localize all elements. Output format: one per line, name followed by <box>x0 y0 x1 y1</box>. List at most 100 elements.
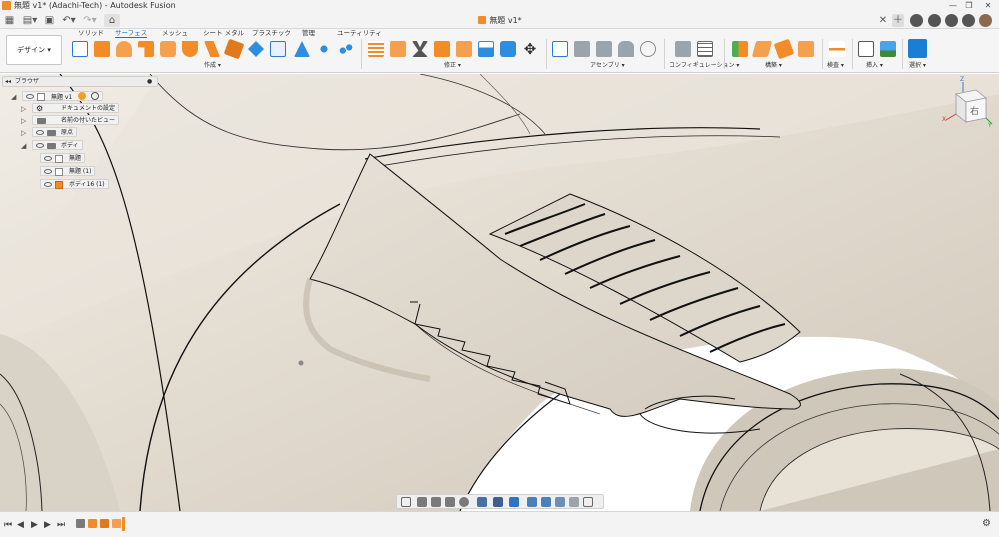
joint-origin-icon[interactable] <box>618 41 634 57</box>
pattern-icon[interactable] <box>316 41 332 57</box>
joint-icon[interactable] <box>574 41 590 57</box>
tree-item-body[interactable]: 無題 <box>40 153 86 163</box>
delete-face-icon[interactable] <box>390 41 406 57</box>
collapse-arrow-icon[interactable]: ◢ <box>21 141 26 151</box>
workspace-switcher-button[interactable]: デザイン ▾ <box>6 35 62 65</box>
split-icon[interactable] <box>412 41 428 57</box>
sweep-icon[interactable] <box>138 41 154 57</box>
file-icon[interactable]: ▤▾ <box>21 14 39 27</box>
tab-plastic[interactable]: プラスチック <box>252 29 291 37</box>
stitch-icon[interactable] <box>478 41 494 57</box>
tab-manage[interactable]: 管理 <box>302 29 315 37</box>
undo-icon[interactable]: ↶▾ <box>61 14 77 27</box>
motion-link-icon[interactable] <box>640 41 656 57</box>
tree-item-named-views[interactable]: ▷ 名前の付いたビュー <box>21 115 120 125</box>
effects-icon[interactable] <box>527 497 537 507</box>
display-settings-icon[interactable] <box>477 497 487 507</box>
expand-arrow-icon[interactable]: ▷ <box>21 128 26 138</box>
configure-menu[interactable]: コンフィギュレーション ▾ <box>669 62 739 70</box>
grid-settings-icon[interactable] <box>493 497 503 507</box>
go-to-start-icon[interactable]: ⏮ <box>4 520 12 530</box>
tree-item-bodies[interactable]: ◢ ボディ <box>21 140 83 150</box>
insert-menu[interactable]: 挿入 ▾ <box>866 62 883 70</box>
trim-icon[interactable] <box>368 41 384 57</box>
new-component-icon[interactable] <box>552 41 568 57</box>
viewcube[interactable]: 右 Z X Y <box>942 76 994 130</box>
select-icon[interactable] <box>908 39 927 58</box>
pyramid-icon[interactable] <box>294 41 310 57</box>
offset-plane-icon[interactable] <box>732 41 748 57</box>
document-tab[interactable]: 無題 v1* <box>120 13 880 29</box>
extensions-icon[interactable] <box>910 14 923 27</box>
environment-icon[interactable] <box>583 497 593 507</box>
visibility-eye-icon[interactable] <box>36 143 44 148</box>
notifications-icon[interactable] <box>945 14 958 27</box>
visibility-eye-icon[interactable] <box>44 182 52 187</box>
mirror-icon[interactable] <box>338 41 354 57</box>
tree-root[interactable]: ◢ 無題 v1 <box>11 91 104 101</box>
timeline-feature-sketch[interactable] <box>76 519 85 528</box>
help-icon[interactable] <box>962 14 975 27</box>
expand-arrow-icon[interactable]: ▷ <box>21 104 26 114</box>
canvas-icon[interactable] <box>880 41 896 57</box>
redo-icon[interactable]: ↷▾ <box>82 14 98 27</box>
look-at-icon[interactable] <box>417 497 427 507</box>
visibility-eye-icon[interactable] <box>44 169 52 174</box>
measure-icon[interactable] <box>829 41 845 57</box>
unstitch-icon[interactable] <box>500 41 516 57</box>
orbit-icon[interactable] <box>401 497 411 507</box>
create-menu[interactable]: 作成 ▾ <box>204 62 221 70</box>
fit-icon[interactable] <box>459 497 469 507</box>
timeline-feature-split[interactable] <box>100 519 109 528</box>
tab-mesh[interactable]: メッシュ <box>162 29 188 37</box>
play-icon[interactable]: ▶ <box>31 520 38 530</box>
ruled-icon[interactable] <box>204 41 220 57</box>
browser-pin-icon[interactable]: ● <box>147 77 152 87</box>
grid-icon[interactable]: ▦ <box>4 14 15 27</box>
offset-icon[interactable] <box>223 38 245 60</box>
as-built-joint-icon[interactable] <box>596 41 612 57</box>
new-tab-icon[interactable]: ＋ <box>892 14 904 27</box>
home-icon[interactable]: ⌂ <box>104 14 120 27</box>
fillet-icon[interactable] <box>456 41 472 57</box>
camera-icon[interactable] <box>555 497 565 507</box>
inspect-menu[interactable]: 検査 ▾ <box>827 62 844 70</box>
tab-solid[interactable]: ソリッド <box>78 29 104 37</box>
job-status-icon[interactable] <box>928 14 941 27</box>
viewcube-face-label[interactable]: 右 <box>970 104 979 117</box>
configuration-table-icon[interactable] <box>697 41 713 57</box>
visibility-eye-icon[interactable] <box>44 156 52 161</box>
collapse-browser-icon[interactable]: ◂◂ <box>5 77 11 87</box>
tab-surface[interactable]: サーフェス <box>115 29 148 38</box>
tangent-plane-icon[interactable] <box>773 38 795 60</box>
extrude-icon[interactable] <box>94 41 110 57</box>
modify-menu[interactable]: 修正 ▾ <box>444 62 461 70</box>
activate-radio-icon[interactable] <box>91 92 100 100</box>
revolve-icon[interactable] <box>116 41 132 57</box>
visibility-eye-icon[interactable] <box>36 130 44 135</box>
plane-at-angle-icon[interactable] <box>751 41 773 57</box>
collapse-arrow-icon[interactable]: ◢ <box>11 92 16 102</box>
tree-item-body[interactable]: ボディ16 (1) <box>40 179 109 189</box>
tab-sheet-metal[interactable]: シート メタル <box>203 29 244 37</box>
select-menu[interactable]: 選択 ▾ <box>909 62 926 70</box>
pan-icon[interactable] <box>431 497 441 507</box>
timeline-marker[interactable] <box>122 517 125 531</box>
save-icon[interactable]: ▣ <box>44 14 55 27</box>
timeline-feature-extrude[interactable] <box>112 519 121 528</box>
close-window-button[interactable]: ✕ <box>981 0 995 12</box>
close-tab-icon[interactable]: ✕ <box>878 14 888 27</box>
timeline-settings-icon[interactable]: ⚙ <box>982 519 991 529</box>
timeline-feature-surface[interactable] <box>88 519 97 528</box>
insert-derive-icon[interactable] <box>858 41 874 57</box>
tab-utilities[interactable]: ユーティリティ <box>337 29 382 37</box>
step-forward-icon[interactable]: ▶ <box>44 520 51 530</box>
patch-icon[interactable] <box>182 41 198 57</box>
configure-icon[interactable] <box>675 41 691 57</box>
tree-item-origin[interactable]: ▷ 原点 <box>21 127 78 137</box>
browser-header[interactable]: ◂◂ ブラウザ ● <box>2 76 158 87</box>
assemble-menu[interactable]: アセンブリ ▾ <box>590 62 625 70</box>
move-icon[interactable]: ✥ <box>522 41 538 57</box>
thicken-icon[interactable] <box>248 41 264 57</box>
construct-menu[interactable]: 構築 ▾ <box>765 62 782 70</box>
